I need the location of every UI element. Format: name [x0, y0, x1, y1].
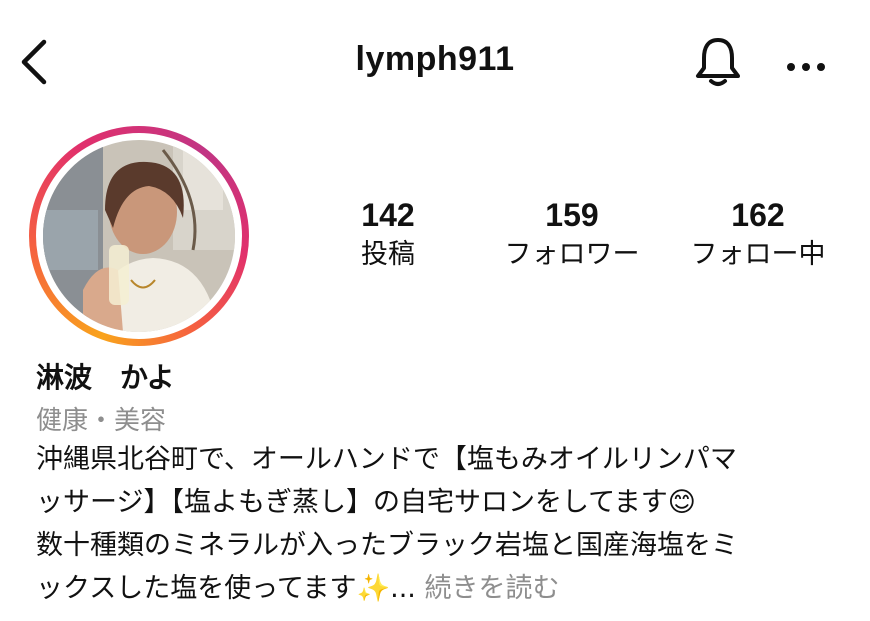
posts-count-value: 142	[361, 197, 415, 233]
profile-bio: 沖縄県北谷町で、オールハンドで【塩もみオイルリンパマ ッサージ】【塩よもぎ蒸し】…	[36, 438, 856, 610]
bio-line: ックスした塩を使ってます✨...	[36, 573, 416, 604]
bio-line: 沖縄県北谷町で、オールハンドで【塩もみオイルリンパマ	[36, 444, 737, 475]
back-button[interactable]	[16, 38, 60, 86]
more-options-button[interactable]	[786, 58, 826, 71]
bio-line: 数十種類のミネラルが入ったブラック岩塩と国産海塩をミ	[36, 530, 738, 561]
profile-category: 健康・美容	[36, 406, 167, 436]
top-bar: lymph911	[0, 0, 870, 120]
bio-line-last: ックスした塩を使ってます✨... 続きを読む	[36, 567, 856, 610]
followers-count-label: フォロワー	[504, 239, 640, 270]
following-count-label: フォロー中	[690, 239, 826, 270]
read-more-link[interactable]: 続きを読む	[416, 573, 559, 604]
avatar	[43, 140, 235, 332]
story-ring[interactable]	[29, 126, 249, 346]
followers-count-value: 159	[545, 197, 599, 233]
posts-count-label: 投稿	[361, 239, 415, 270]
notification-button[interactable]	[692, 34, 744, 90]
bio-line: ッサージ】【塩よもぎ蒸し】の自宅サロンをしてます😊	[36, 487, 696, 518]
more-horizontal-icon	[787, 63, 825, 71]
following-count[interactable]: 162 フォロー中	[672, 195, 844, 275]
profile-username: lymph911	[355, 40, 515, 78]
followers-count[interactable]: 159 フォロワー	[492, 195, 652, 275]
bell-icon	[696, 38, 740, 86]
posts-count[interactable]: 142 投稿	[340, 195, 436, 275]
chevron-left-icon	[21, 39, 47, 85]
following-count-value: 162	[731, 197, 785, 233]
profile-name: 淋波 かよ	[36, 361, 175, 394]
